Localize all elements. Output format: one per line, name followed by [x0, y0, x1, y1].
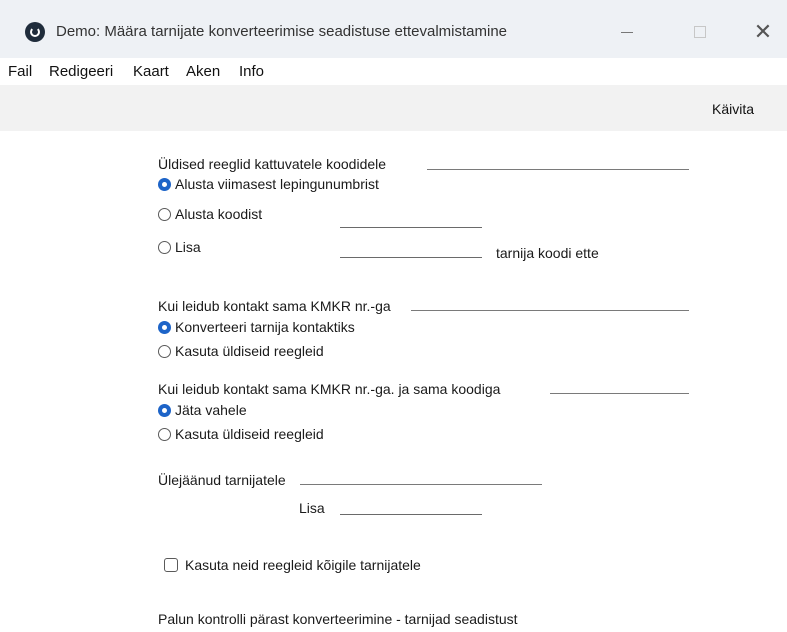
radio-add-prefix[interactable]: Lisa: [158, 239, 201, 255]
minimize-icon: [621, 31, 633, 33]
section-divider: [427, 169, 689, 170]
prefix-field[interactable]: [340, 257, 482, 258]
radio-skip[interactable]: Jäta vahele: [158, 402, 247, 418]
close-icon: ✕: [753, 19, 773, 44]
radio-label: Alusta koodist: [175, 206, 263, 222]
menu-edit[interactable]: Redigeeri: [49, 63, 113, 80]
radio-start-last-contract[interactable]: Alusta viimasest lepingunumbrist: [158, 176, 379, 192]
run-button[interactable]: Käivita: [712, 101, 754, 117]
radio-label: Kasuta üldiseid reegleid: [175, 426, 324, 442]
radio-unselected-icon: [158, 344, 171, 358]
maximize-icon: [694, 26, 706, 38]
minimize-button[interactable]: [607, 16, 647, 48]
radio-selected-icon: [158, 403, 171, 417]
radio-use-general-rules[interactable]: Kasuta üldiseid reegleid: [158, 343, 324, 359]
menu-card[interactable]: Kaart: [133, 63, 169, 80]
radio-selected-icon: [158, 177, 171, 191]
menu-window[interactable]: Aken: [186, 63, 220, 80]
radio-label: Lisa: [175, 239, 201, 255]
title-bar: Demo: Määra tarnijate konverteerimise se…: [0, 0, 787, 58]
footer-note: Palun kontrolli pärast konverteerimine -…: [158, 611, 518, 627]
apply-all-checkbox[interactable]: Kasuta neid reegleid kõigile tarnijatele: [164, 557, 421, 573]
same-reg-heading: Kui leidub kontakt sama KMKR nr.-ga: [158, 298, 391, 314]
start-code-field[interactable]: [340, 227, 482, 228]
section-divider: [411, 310, 689, 311]
menu-bar: Fail Redigeeri Kaart Aken Info: [0, 58, 787, 85]
window-title: Demo: Määra tarnijate konverteerimise se…: [56, 23, 508, 40]
radio-selected-icon: [158, 320, 171, 334]
radio-unselected-icon: [158, 207, 171, 221]
general-rules-heading: Üldised reeglid kattuvatele koodidele: [158, 156, 387, 172]
menu-info[interactable]: Info: [239, 63, 264, 80]
remaining-heading: Ülejäänud tarnijatele: [158, 472, 286, 488]
radio-unselected-icon: [158, 240, 171, 254]
maximize-button[interactable]: [680, 16, 720, 48]
radio-unselected-icon: [158, 427, 171, 441]
radio-use-general-rules-2[interactable]: Kasuta üldiseid reegleid: [158, 426, 324, 442]
radio-label: Kasuta üldiseid reegleid: [175, 343, 324, 359]
checkbox-label: Kasuta neid reegleid kõigile tarnijatele: [185, 557, 421, 573]
close-button[interactable]: ✕: [743, 16, 783, 48]
same-reg-code-heading: Kui leidub kontakt sama KMKR nr.-ga. ja …: [158, 381, 501, 397]
toolbar: Käivita: [0, 85, 787, 132]
checkbox-icon: [164, 558, 178, 572]
app-icon: [25, 22, 45, 42]
section-divider: [300, 484, 542, 485]
radio-start-from-code[interactable]: Alusta koodist: [158, 206, 262, 222]
remaining-add-label: Lisa: [299, 500, 325, 516]
prefix-suffix-label: tarnija koodi ette: [496, 245, 599, 261]
radio-label: Jäta vahele: [175, 402, 247, 418]
settings-form: Üldised reeglid kattuvatele koodidele Al…: [0, 131, 787, 632]
radio-label: Alusta viimasest lepingunumbrist: [175, 176, 379, 192]
radio-label: Konverteeri tarnija kontaktiks: [175, 319, 355, 335]
menu-file[interactable]: Fail: [8, 63, 32, 80]
remaining-add-field[interactable]: [340, 514, 482, 515]
radio-convert-to-contact[interactable]: Konverteeri tarnija kontaktiks: [158, 319, 355, 335]
section-divider: [550, 393, 689, 394]
